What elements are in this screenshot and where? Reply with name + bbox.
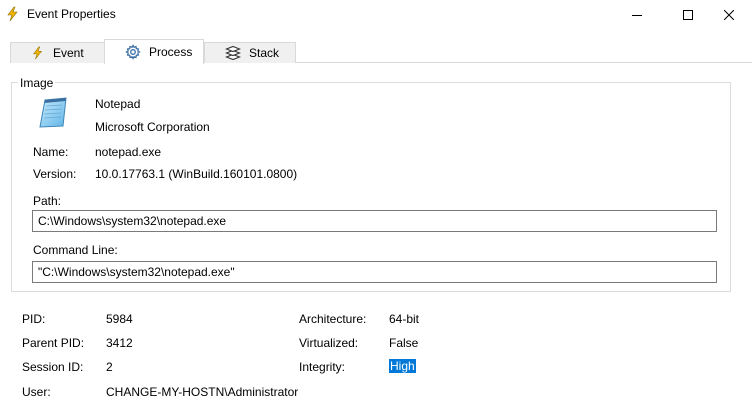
notepad-icon xyxy=(39,97,67,128)
close-icon xyxy=(724,10,734,20)
path-label: Path: xyxy=(33,194,62,208)
lightning-icon xyxy=(33,46,43,60)
session-id-value: 2 xyxy=(106,360,113,374)
parent-pid-label: Parent PID: xyxy=(22,336,85,350)
name-label: Name: xyxy=(33,145,69,159)
close-button[interactable] xyxy=(706,0,752,30)
architecture-value: 64-bit xyxy=(389,312,420,326)
pid-label: PID: xyxy=(22,312,46,326)
version-label: Version: xyxy=(33,167,77,181)
session-id-label: Session ID: xyxy=(22,360,84,374)
lightning-icon xyxy=(7,6,18,22)
user-label: User: xyxy=(22,385,51,399)
tab-label: Stack xyxy=(249,46,280,60)
name-value: notepad.exe xyxy=(95,145,162,159)
title-bar: Event Properties xyxy=(0,0,752,30)
path-field[interactable]: C:\Windows\system32\notepad.exe xyxy=(32,210,717,232)
gear-icon xyxy=(125,44,141,60)
command-line-field[interactable]: "C:\Windows\system32\notepad.exe" xyxy=(32,261,717,283)
company-name: Microsoft Corporation xyxy=(95,120,210,134)
stack-layers-icon xyxy=(225,45,241,61)
parent-pid-value: 3412 xyxy=(106,336,133,350)
product-name: Notepad xyxy=(95,97,141,111)
tab-label: Process xyxy=(149,45,193,59)
tab-stack[interactable]: Stack xyxy=(204,42,296,63)
maximize-button[interactable] xyxy=(665,0,711,30)
minimize-icon xyxy=(632,15,642,16)
architecture-label: Architecture: xyxy=(299,312,367,326)
minimize-button[interactable] xyxy=(614,0,660,30)
command-line-label: Command Line: xyxy=(33,243,118,257)
tab-label: Event xyxy=(53,46,84,60)
virtualized-label: Virtualized: xyxy=(299,336,359,350)
integrity-value[interactable]: High xyxy=(389,359,416,373)
version-value: 10.0.17763.1 (WinBuild.160101.0800) xyxy=(95,167,298,181)
user-value: CHANGE-MY-HOSTN\Administrator xyxy=(106,385,299,399)
tab-event[interactable]: Event xyxy=(10,42,106,63)
tab-process[interactable]: Process xyxy=(104,39,204,64)
integrity-label: Integrity: xyxy=(299,360,346,374)
pid-value: 5984 xyxy=(106,312,133,326)
virtualized-value: False xyxy=(389,336,419,350)
maximize-icon xyxy=(683,10,693,20)
image-group-label: Image xyxy=(18,76,56,90)
window-title: Event Properties xyxy=(27,7,116,21)
